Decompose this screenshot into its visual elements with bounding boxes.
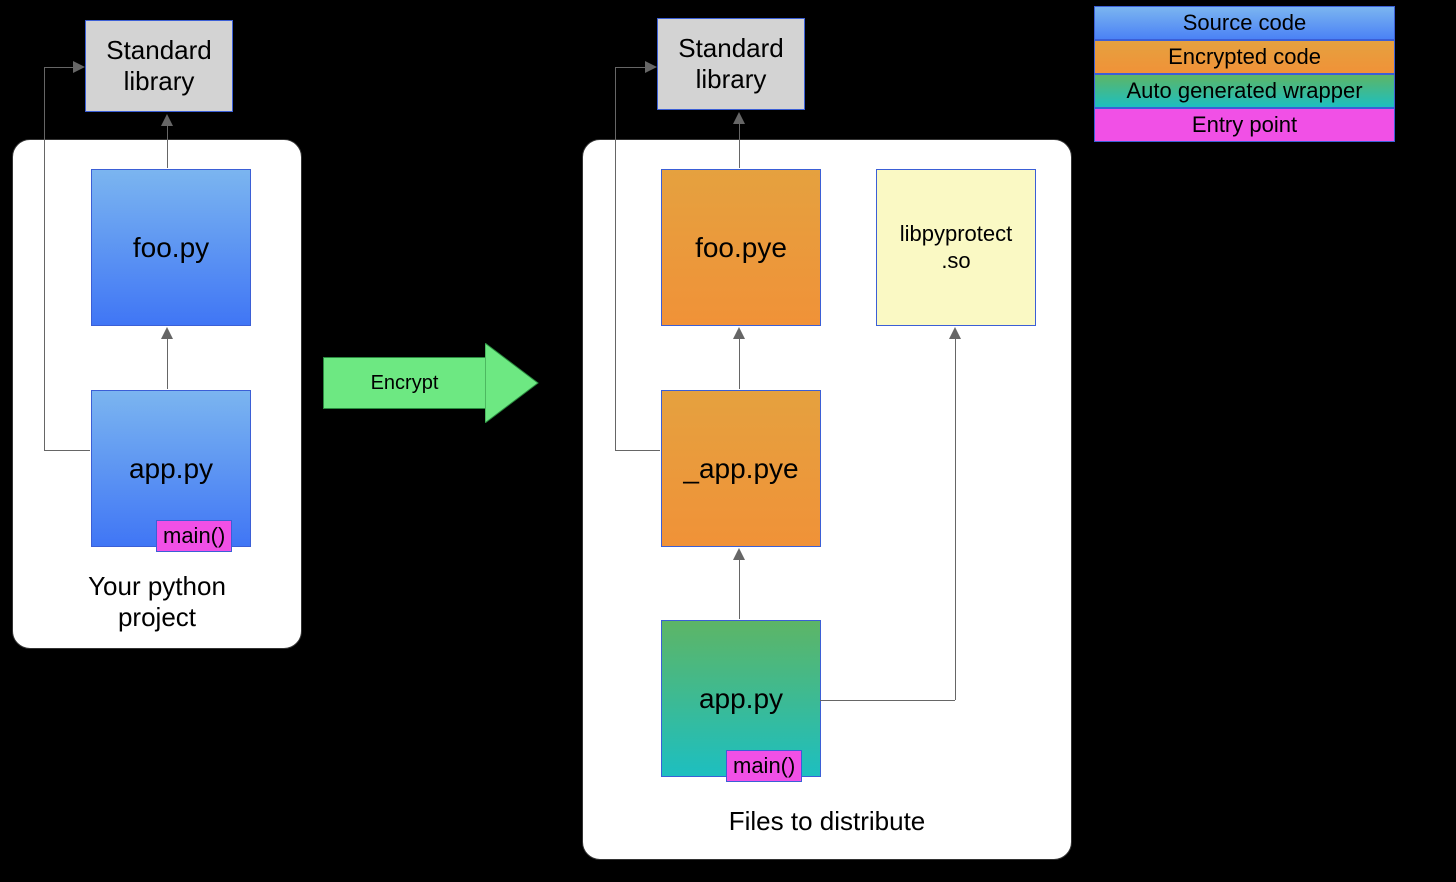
right-foo-label: foo.pye xyxy=(695,232,787,264)
legend-wrapper: Auto generated wrapper xyxy=(1094,74,1395,108)
left-stdlib-label: Standard library xyxy=(106,35,212,97)
arrow-r-appenc-stdlib-v xyxy=(615,67,616,450)
encrypt-arrow-label: Encrypt xyxy=(371,372,439,395)
arrow-r-app-lib-h xyxy=(820,700,955,701)
left-foo-box: foo.py xyxy=(91,169,251,326)
arrow-app-stdlib-h xyxy=(44,450,90,451)
arrow-r-appenc-foo xyxy=(739,337,740,389)
legend-source: Source code xyxy=(1094,6,1395,40)
left-main-badge: main() xyxy=(156,520,232,552)
arrow-r-app-appenc xyxy=(739,558,740,619)
right-app-label: app.py xyxy=(699,683,783,715)
arrow-app-foo xyxy=(167,337,168,389)
arrowhead-foo-stdlib xyxy=(161,114,173,126)
right-lib-label: libpyprotect .so xyxy=(900,221,1013,274)
encrypt-arrow-head-icon xyxy=(485,343,540,423)
left-main-label: main() xyxy=(163,523,225,548)
right-container: foo.pye _app.pye app.py main() libpyprot… xyxy=(582,139,1072,860)
left-foo-label: foo.py xyxy=(133,232,209,264)
arrow-r-appenc-stdlib-h xyxy=(615,450,660,451)
right-stdlib-label: Standard library xyxy=(678,33,784,95)
arrowhead-r-app-appenc xyxy=(733,548,745,560)
legend-encrypted: Encrypted code xyxy=(1094,40,1395,74)
arrow-r-app-lib-v xyxy=(955,338,956,700)
arrowhead-r-appenc-foo xyxy=(733,327,745,339)
arrow-app-stdlib-h2 xyxy=(44,67,73,68)
arrow-r-foo-stdlib xyxy=(739,123,740,168)
encrypt-arrow: Encrypt xyxy=(323,343,538,423)
right-main-badge: main() xyxy=(726,750,802,782)
arrowhead-app-foo xyxy=(161,327,173,339)
right-stdlib-box: Standard library xyxy=(657,18,805,110)
right-app-enc-box: _app.pye xyxy=(661,390,821,547)
left-container: foo.py app.py main() Your python project xyxy=(12,139,302,649)
arrow-app-stdlib-v xyxy=(44,67,45,450)
arrowhead-r-foo-stdlib xyxy=(733,112,745,124)
arrowhead-r-app-lib xyxy=(949,327,961,339)
left-stdlib-box: Standard library xyxy=(85,20,233,112)
arrow-foo-stdlib xyxy=(167,125,168,168)
legend-box: Source code Encrypted code Auto generate… xyxy=(1093,5,1396,143)
right-app-enc-label: _app.pye xyxy=(683,453,798,485)
left-caption: Your python project xyxy=(13,571,301,633)
right-caption: Files to distribute xyxy=(583,806,1071,837)
left-app-label: app.py xyxy=(129,453,213,485)
right-lib-box: libpyprotect .so xyxy=(876,169,1036,326)
encrypt-arrow-body: Encrypt xyxy=(323,357,486,409)
right-main-label: main() xyxy=(733,753,795,778)
arrowhead-r-appenc-stdlib xyxy=(645,61,657,73)
arrowhead-app-stdlib xyxy=(73,61,85,73)
right-foo-box: foo.pye xyxy=(661,169,821,326)
arrow-r-appenc-stdlib-h2 xyxy=(615,67,645,68)
legend-entry: Entry point xyxy=(1094,108,1395,142)
